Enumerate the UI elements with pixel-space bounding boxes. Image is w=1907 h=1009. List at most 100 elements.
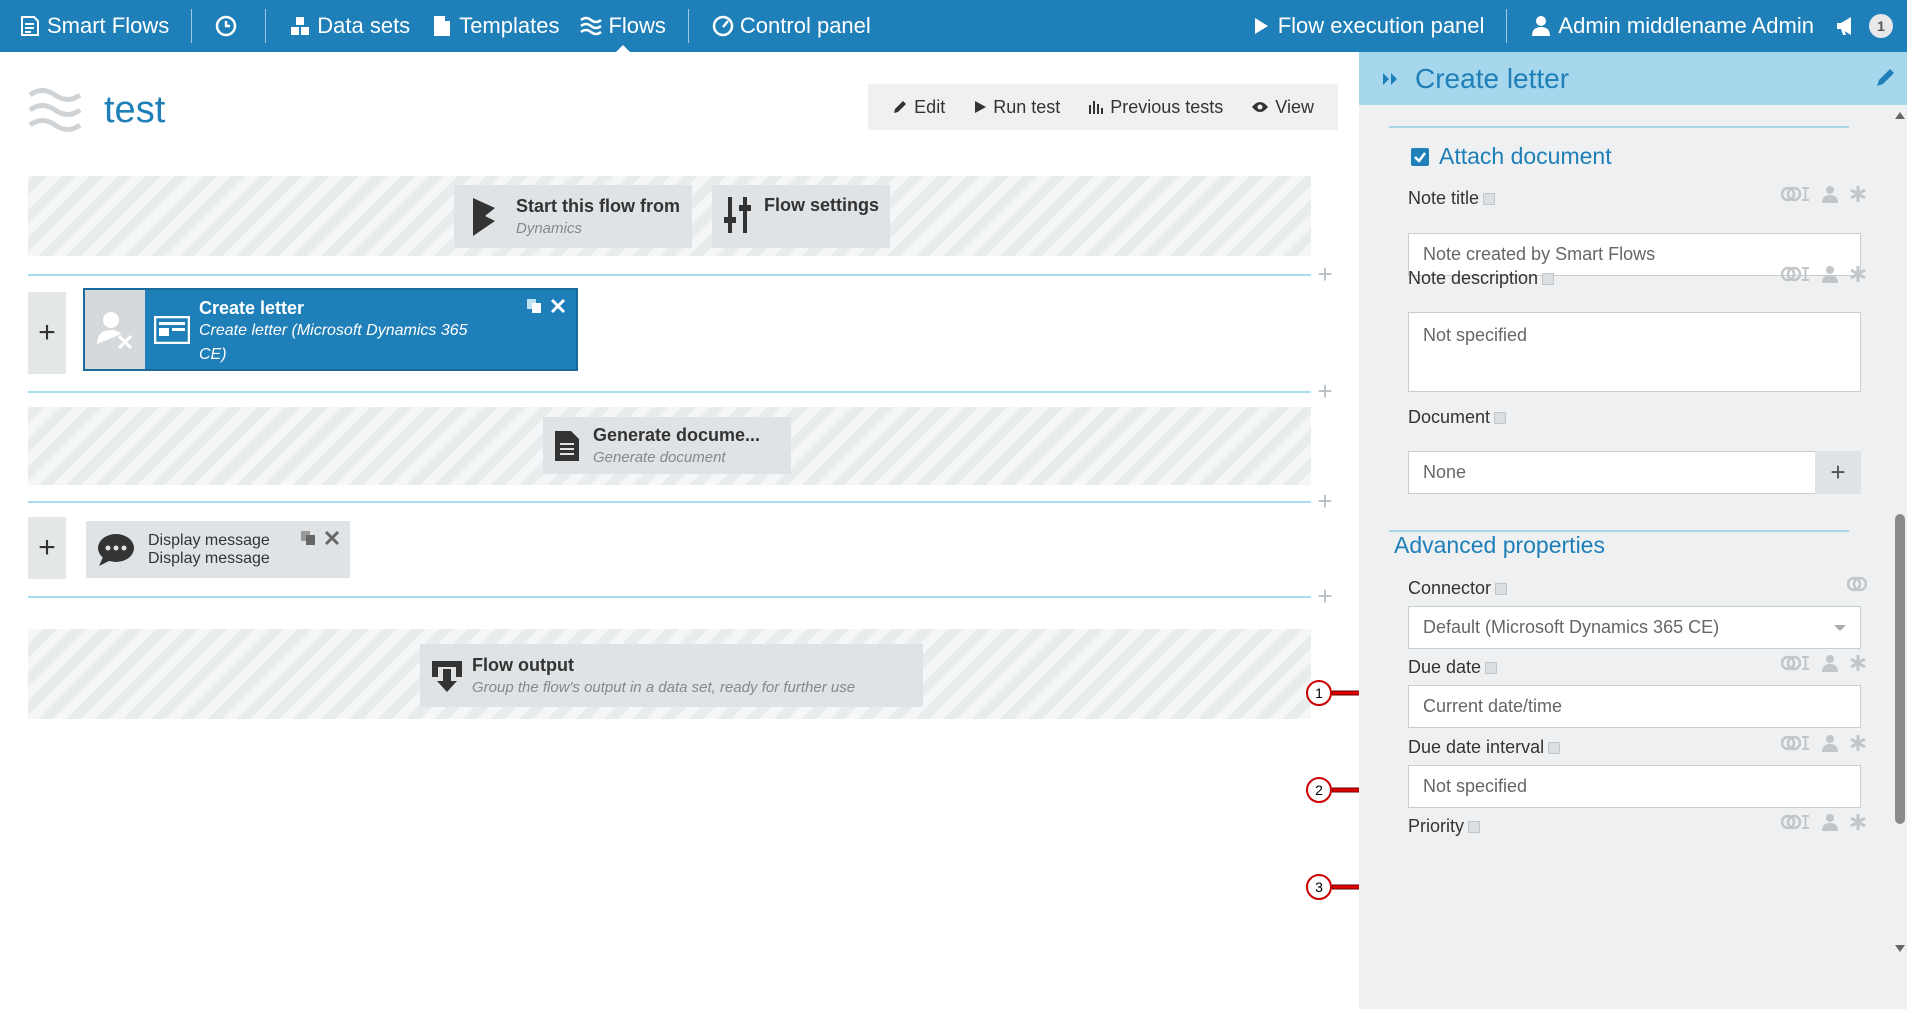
document-label-text: Document — [1408, 407, 1491, 427]
notification-count-badge: 1 — [1869, 14, 1893, 38]
create-letter-step[interactable]: Create letter Create letter (Microsoft D… — [83, 288, 578, 371]
copy-icon[interactable] — [526, 298, 542, 319]
megaphone-icon — [1834, 14, 1858, 38]
run-test-button[interactable]: Run test — [959, 97, 1074, 118]
document-label: Document — [1408, 407, 1507, 428]
notifications-button[interactable]: 1 — [1824, 0, 1907, 52]
scrollbar-thumb[interactable] — [1895, 514, 1905, 824]
play-icon — [1249, 14, 1273, 38]
field-option-icons — [1780, 185, 1867, 208]
flow-settings-block[interactable]: Flow settings — [712, 185, 890, 248]
panel-title: Create letter — [1415, 62, 1570, 94]
nav-control-panel-label: Control panel — [739, 13, 871, 38]
edit-label: Edit — [914, 96, 946, 117]
download-icon — [430, 659, 464, 693]
close-icon[interactable] — [550, 298, 566, 319]
collapse-panel-icon[interactable] — [1371, 71, 1411, 87]
bar-chart-icon — [1088, 99, 1104, 115]
user-icon[interactable] — [1821, 265, 1839, 288]
nav-flow-execution-panel[interactable]: Flow execution panel — [1239, 0, 1495, 52]
link-text-icon[interactable] — [1780, 813, 1811, 836]
info-icon — [1542, 272, 1555, 285]
link-text-icon[interactable] — [1780, 734, 1811, 757]
create-letter-title: Create letter — [199, 298, 305, 318]
display-message-title: Display message — [148, 531, 270, 549]
info-icon — [1495, 582, 1508, 595]
asterisk-icon[interactable] — [1849, 265, 1867, 288]
due-date-input[interactable]: Current date/time — [1408, 685, 1861, 728]
edit-button[interactable]: Edit — [878, 97, 959, 118]
document-select[interactable]: None — [1408, 451, 1818, 494]
priority-label-text: Priority — [1408, 816, 1465, 836]
user-icon[interactable] — [1821, 185, 1839, 208]
due-date-interval-input[interactable]: Not specified — [1408, 765, 1861, 808]
section-divider — [1389, 126, 1849, 128]
attach-document-checkbox[interactable]: Attach document — [1411, 143, 1612, 170]
display-message-step[interactable]: Display message Display message — [86, 521, 350, 578]
link-text-icon[interactable] — [1780, 265, 1811, 288]
flow-output-block[interactable]: Flow output Group the flow's output in a… — [420, 644, 923, 707]
dynamics-logo-icon — [464, 197, 504, 237]
user-menu[interactable]: Admin middlename Admin — [1519, 0, 1824, 52]
create-letter-subtitle: Create letter (Microsoft Dynamics 365 CE… — [199, 322, 468, 363]
connector-select[interactable]: Default (Microsoft Dynamics 365 CE) — [1408, 606, 1861, 649]
close-icon[interactable] — [324, 530, 340, 551]
user-icon[interactable] — [1821, 734, 1839, 757]
display-message-subtitle: Display message — [148, 549, 270, 567]
add-step-before-button[interactable]: + — [28, 517, 66, 579]
add-step-button[interactable]: + — [1315, 583, 1335, 609]
history-button[interactable] — [204, 0, 253, 52]
previous-tests-button[interactable]: Previous tests — [1074, 97, 1237, 118]
asterisk-icon[interactable] — [1849, 734, 1867, 757]
view-button[interactable]: View — [1237, 97, 1328, 118]
scroll-down-arrow-icon[interactable] — [1895, 945, 1905, 952]
note-description-textarea[interactable]: Not specified — [1408, 312, 1861, 392]
info-icon — [1483, 192, 1496, 205]
file-icon — [430, 14, 454, 38]
add-step-button[interactable]: + — [1315, 488, 1335, 514]
panel-scrollbar[interactable] — [1893, 112, 1907, 952]
play-icon — [973, 100, 987, 114]
flow-header: test Edit Run test Previous tests View — [28, 80, 1338, 140]
add-step-before-button[interactable]: + — [28, 292, 66, 374]
checkbox-checked-icon — [1411, 147, 1429, 166]
asterisk-icon[interactable] — [1849, 185, 1867, 208]
document-icon — [553, 430, 581, 462]
properties-panel: Create letter Attach document Note title… — [1359, 52, 1907, 1009]
link-text-icon[interactable] — [1780, 185, 1811, 208]
connector-label: Connector — [1408, 578, 1508, 599]
link-icon[interactable] — [1846, 575, 1868, 598]
top-navigation-bar: Smart Flows Data sets Templates Flows Co… — [0, 0, 1907, 53]
nav-control-panel[interactable]: Control panel — [701, 0, 881, 52]
user-remove-icon — [85, 290, 145, 369]
user-icon[interactable] — [1821, 654, 1839, 677]
asterisk-icon[interactable] — [1849, 654, 1867, 677]
brand-link[interactable]: Smart Flows — [0, 0, 179, 52]
copy-icon[interactable] — [300, 530, 316, 551]
previous-tests-label: Previous tests — [1110, 96, 1224, 117]
add-document-button[interactable]: + — [1815, 451, 1861, 494]
nav-data-sets[interactable]: Data sets — [278, 0, 420, 52]
nav-flows-label: Flows — [608, 13, 666, 38]
generate-document-block[interactable]: Generate docume... Generate document — [543, 417, 791, 474]
link-text-icon[interactable] — [1780, 654, 1811, 677]
due-date-label-text: Due date — [1408, 657, 1482, 677]
nav-templates[interactable]: Templates — [420, 0, 569, 52]
annotation-number: 2 — [1306, 777, 1332, 803]
id-card-icon — [145, 290, 199, 369]
edit-title-icon[interactable] — [1875, 66, 1897, 93]
flow-output-subtitle: Group the flow's output in a data set, r… — [472, 679, 856, 696]
add-step-button[interactable]: + — [1315, 261, 1335, 287]
nav-flows[interactable]: Flows — [569, 0, 675, 53]
asterisk-icon[interactable] — [1849, 813, 1867, 836]
advanced-properties-heading: Advanced properties — [1394, 532, 1605, 558]
user-name: Admin middlename Admin — [1558, 13, 1814, 38]
scroll-up-arrow-icon[interactable] — [1895, 112, 1905, 119]
user-icon[interactable] — [1821, 813, 1839, 836]
add-step-button[interactable]: + — [1315, 378, 1335, 404]
note-description-label-text: Note description — [1408, 268, 1539, 288]
pencil-icon — [892, 99, 908, 115]
flow-waves-icon — [28, 88, 82, 132]
start-flow-block[interactable]: Start this flow from Dynamics — [454, 185, 692, 248]
nav-divider — [1506, 9, 1508, 43]
